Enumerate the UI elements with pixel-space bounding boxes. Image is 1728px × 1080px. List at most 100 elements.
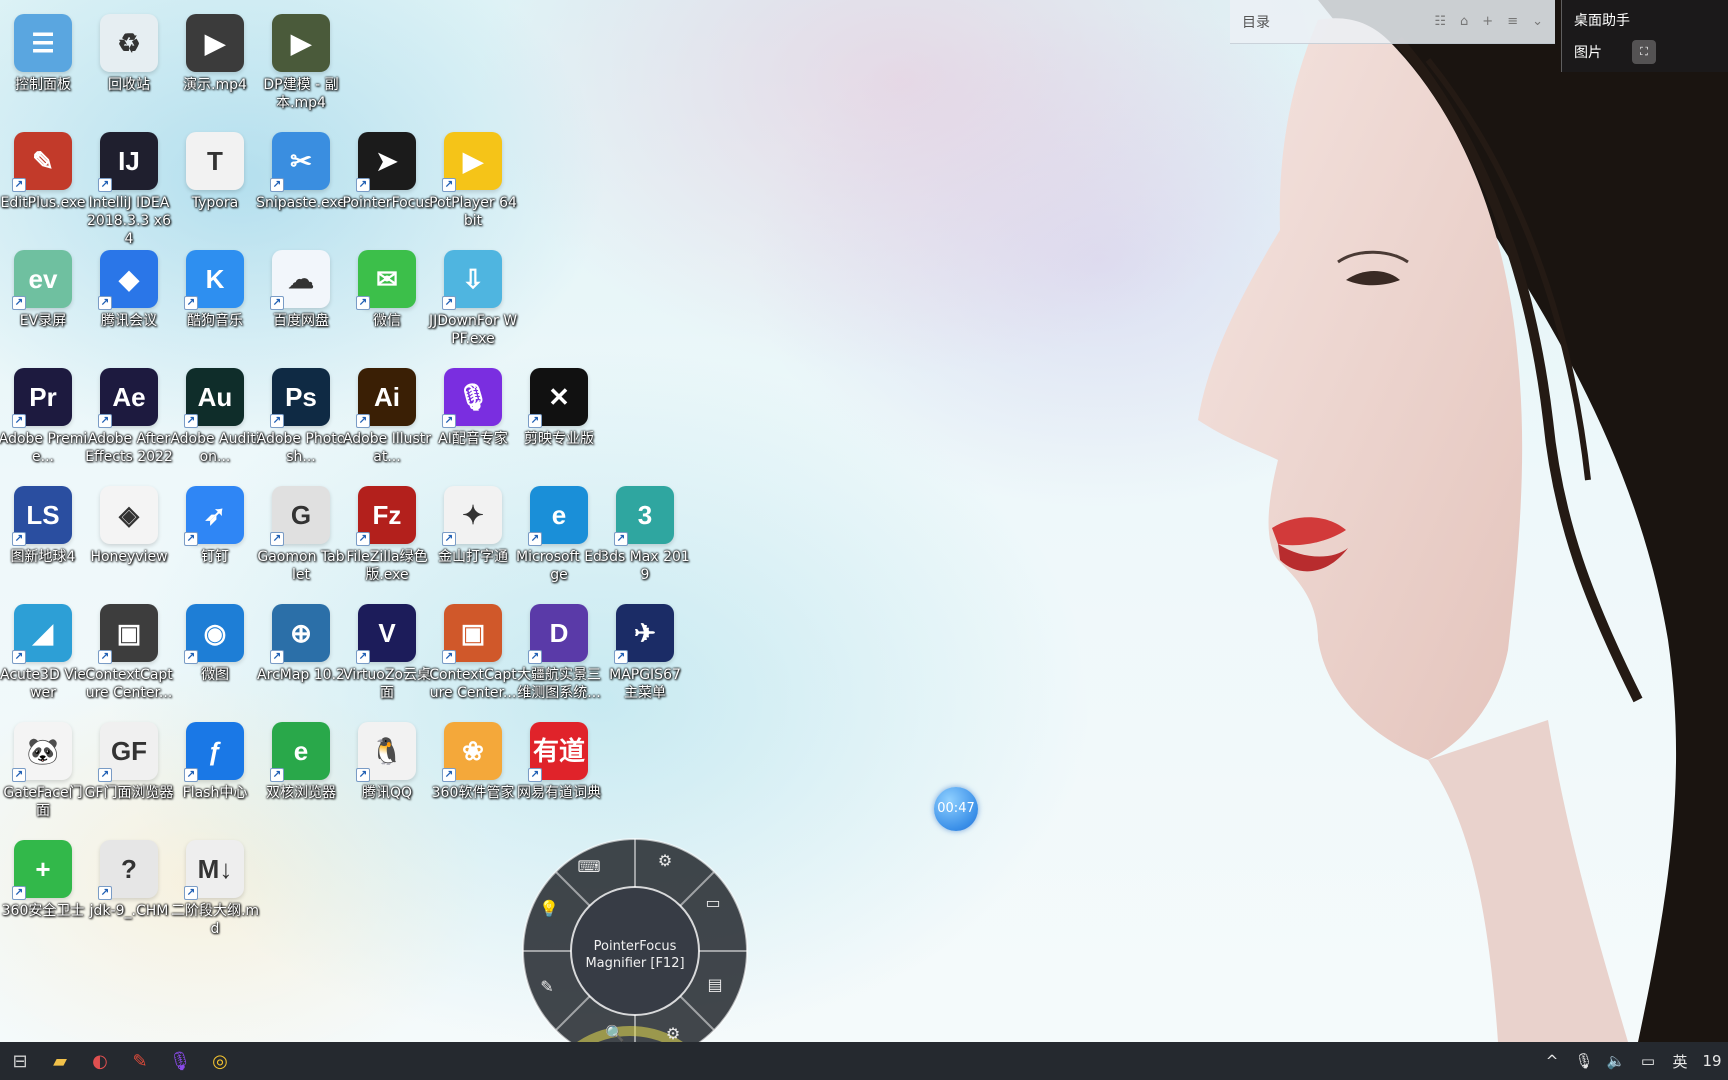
desktop-icon[interactable]: 🐼 ↗ GateFace门面	[0, 722, 90, 820]
desktop-icon[interactable]: ƒ ↗ Flash中心	[168, 722, 262, 802]
desktop-icon[interactable]: ❀ ↗ 360软件管家	[426, 722, 520, 802]
directory-tool-icon[interactable]: ⌄	[1532, 14, 1543, 29]
directory-tool-icon[interactable]: +	[1482, 14, 1493, 29]
desktop-icon[interactable]: e ↗ Microsoft Edge	[512, 486, 606, 584]
taskbar-file-explorer[interactable]: ▰	[40, 1042, 80, 1080]
spotlight-icon[interactable]: 💡	[534, 894, 564, 924]
desktop-icon-label: 网易有道词典	[517, 785, 601, 801]
desktop-icon[interactable]: ♻ 回收站	[82, 14, 176, 94]
desktop-icon[interactable]: ✕ ↗ 剪映专业版	[512, 368, 606, 448]
desktop-icon[interactable]: ✦ ↗ 金山打字通	[426, 486, 520, 566]
pen-icon[interactable]: ✎	[532, 972, 562, 1002]
desktop-icon[interactable]: T Typora	[168, 132, 262, 212]
desktop-icon[interactable]: + ↗ 360安全卫士	[0, 840, 90, 920]
desktop-icon-label: 金山打字通	[438, 549, 508, 565]
board-icon[interactable]: ▤	[700, 970, 730, 1000]
desktop-icon[interactable]: ◢ ↗ Acute3D Viewer	[0, 604, 90, 702]
desktop-icon[interactable]: G ↗ Gaomon Tablet	[254, 486, 348, 584]
desktop-icon[interactable]: ev ↗ EV录屏	[0, 250, 90, 330]
desktop-icon[interactable]: LS ↗ 图新地球4	[0, 486, 90, 566]
pointerfocus-radial-menu[interactable]: PointerFocus Magnifier [F12] ⌨ ⚙ ▭ 💡 ✎ 🔍…	[520, 836, 750, 1066]
directory-tool-icon[interactable]: ≡	[1507, 14, 1518, 29]
desktop-icon[interactable]: ▶ 演示.mp4	[168, 14, 262, 94]
taskbar-app-pen[interactable]: ✎	[120, 1042, 160, 1080]
desktop-icon[interactable]: 3 ↗ 3ds Max 2019	[598, 486, 692, 584]
desktop-icon[interactable]: ⇩ ↗ JJDownFor WPF.exe	[426, 250, 520, 348]
desktop-icon-label: MAPGIS67 主菜单	[609, 667, 681, 701]
recording-timer[interactable]: 00:47	[934, 787, 978, 831]
desktop-icon[interactable]: K ↗ 酷狗音乐	[168, 250, 262, 330]
desktop-icon[interactable]: ✈ ↗ MAPGIS67 主菜单	[598, 604, 692, 702]
desktop-icon[interactable]: ◆ ↗ 腾讯会议	[82, 250, 176, 330]
desktop-icon[interactable]: ✎ ↗ EditPlus.exe	[0, 132, 90, 212]
desktop-icon[interactable]: Ps ↗ Adobe Photosh...	[254, 368, 348, 466]
desktop-icon[interactable]: ✂ ↗ Snipaste.exe	[254, 132, 348, 212]
magnifier-shortcut: Magnifier [F12]	[585, 956, 685, 971]
desktop-icon[interactable]: ⊕ ↗ ArcMap 10.2	[254, 604, 348, 684]
desktop-icon[interactable]: ◉ ↗ 微图	[168, 604, 262, 684]
app-icon-glyph: ▣	[460, 618, 486, 648]
desktop-icon[interactable]: Fz ↗ FileZilla绿色版.exe	[340, 486, 434, 584]
desktop-icon[interactable]: V ↗ VirtuoZo云桌面	[340, 604, 434, 702]
app-icon-glyph: ✉	[376, 264, 398, 294]
directory-widget[interactable]: 目录 ☷ ⌂ + ≡ ⌄	[1230, 0, 1555, 44]
app-icon: ƒ ↗	[184, 722, 244, 782]
shortcut-arrow-icon: ↗	[270, 296, 284, 310]
desktop-icon[interactable]: ▣ ↗ ContextCapture Center...	[82, 604, 176, 702]
desktop-icon[interactable]: ✉ ↗ 微信	[340, 250, 434, 330]
window-icon[interactable]: ▭	[698, 888, 728, 918]
desktop-icon[interactable]: ➶ ↗ 钉钉	[168, 486, 262, 566]
desktop-icon[interactable]: D ↗ 大疆航实景三维测图系统...	[512, 604, 606, 702]
directory-tool-icon[interactable]: ⌂	[1460, 14, 1468, 29]
volume-icon[interactable]: 🔈	[1606, 1052, 1626, 1070]
desktop-icon[interactable]: 🎙 ↗ AI配音专家	[426, 368, 520, 448]
desktop-icon-label: ArcMap 10.2	[257, 667, 345, 683]
tray-chevron-icon[interactable]: ^	[1542, 1052, 1562, 1070]
desktop-icon-label: Adobe Illustrat...	[342, 431, 432, 465]
desktop-icon[interactable]: Pr ↗ Adobe Premie...	[0, 368, 90, 466]
clock[interactable]: 19	[1702, 1052, 1722, 1070]
shortcut-arrow-icon: ↗	[442, 178, 456, 192]
app-icon: Pr ↗	[12, 368, 72, 428]
taskbar-app-paint[interactable]: ◐	[80, 1042, 120, 1080]
desktop-icon[interactable]: GF ↗ GF门面浏览器	[82, 722, 176, 802]
microphone-icon[interactable]: 🎙	[1574, 1052, 1594, 1070]
app-icon: ✈ ↗	[614, 604, 674, 664]
eraser-icon[interactable]: ⚙	[650, 846, 680, 876]
desktop-icon[interactable]: 🐧 ↗ 腾讯QQ	[340, 722, 434, 802]
shortcut-arrow-icon: ↗	[12, 768, 26, 782]
app-icon: + ↗	[12, 840, 72, 900]
app-icon-glyph: ⇩	[462, 264, 484, 294]
taskbar-task-view[interactable]: ⊟	[0, 1042, 40, 1080]
desktop-icon[interactable]: 有道 ↗ 网易有道词典	[512, 722, 606, 802]
keyboard-icon[interactable]: ⌨	[574, 852, 604, 882]
shortcut-arrow-icon: ↗	[614, 650, 628, 664]
desktop-icon[interactable]: Ai ↗ Adobe Illustrat...	[340, 368, 434, 466]
desktop-icon-label: GF门面浏览器	[84, 785, 174, 801]
desktop-icon[interactable]: IJ ↗ IntelliJ IDEA 2018.3.3 x64	[82, 132, 176, 248]
desktop-icon[interactable]: ▶ ↗ PotPlayer 64 bit	[426, 132, 520, 230]
desktop-icon[interactable]: ☰ 控制面板	[0, 14, 90, 94]
desktop-icon[interactable]: e ↗ 双核浏览器	[254, 722, 348, 802]
app-icon: e ↗	[528, 486, 588, 546]
network-icon[interactable]: ▭	[1638, 1052, 1658, 1070]
desktop-icon[interactable]: ➤ ↗ PointerFocus	[340, 132, 434, 212]
directory-tool-icon[interactable]: ☷	[1434, 14, 1446, 29]
desktop-assistant-widget[interactable]: 桌面助手 图片 ⛶	[1561, 0, 1728, 72]
app-icon: ▣ ↗	[442, 604, 502, 664]
expand-icon[interactable]: ⛶	[1632, 40, 1656, 64]
desktop-icon[interactable]: ▶ DP建模 - 副本.mp4	[254, 14, 348, 112]
desktop-icon[interactable]: ? ↗ jdk-9_.CHM	[82, 840, 176, 920]
app-icon: ☁ ↗	[270, 250, 330, 310]
app-icon-glyph: Au	[197, 382, 233, 412]
assistant-item-images[interactable]: 图片	[1574, 42, 1602, 62]
desktop-icon[interactable]: ▣ ↗ ContextCapture Center...	[426, 604, 520, 702]
desktop-icon[interactable]: M↓ ↗ 二阶段大纲.md	[168, 840, 262, 938]
taskbar-app-voice[interactable]: 🎙	[160, 1042, 200, 1080]
desktop-icon[interactable]: Au ↗ Adobe Audition...	[168, 368, 262, 466]
desktop-icon[interactable]: ☁ ↗ 百度网盘	[254, 250, 348, 330]
desktop-icon[interactable]: Ae ↗ Adobe After Effects 2022	[82, 368, 176, 466]
desktop-icon[interactable]: ◈ Honeyview	[82, 486, 176, 566]
taskbar-chrome[interactable]: ◎	[200, 1042, 240, 1080]
ime-indicator[interactable]: 英	[1670, 1051, 1690, 1072]
